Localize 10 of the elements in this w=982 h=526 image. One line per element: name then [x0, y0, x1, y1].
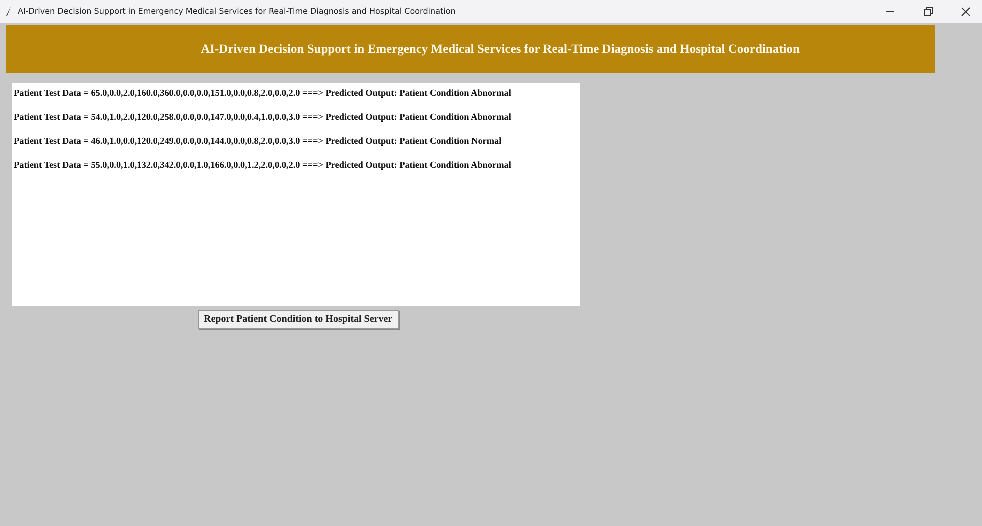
prediction-line: Patient Test Data = 54.0,1.0,2.0,120.0,258.0,0.0,0.0,147.0,0.0,0.4,1.0,0.0,3.0 ===> Predicted Output: Patient Condition Abnormal [14, 111, 512, 124]
restore-icon[interactable] [923, 6, 933, 16]
prediction-line: Patient Test Data = 65.0,0.0,2.0,160.0,360.0,0.0,0.0,151.0,0.0,0.8,2.0,0.0,2.0 ===> Predicted Output: Patient Condition Abnormal [14, 87, 512, 100]
close-icon[interactable] [961, 6, 971, 16]
feather-icon [6, 6, 12, 16]
banner-title: AI-Driven Decision Support in Emergency Medical Services for Real-Time Diagnosis and Hospital Coordination [201, 42, 800, 56]
window-title: AI-Driven Decision Support in Emergency Medical Services for Real-Time Diagnosis and Hospital Coordination [18, 7, 457, 16]
report-button[interactable]: Report Patient Condition to Hospital Server [198, 310, 399, 329]
prediction-line: Patient Test Data = 55.0,0.0,1.0,132.0,342.0,0.0,1.0,166.0,0.0,1.2,2.0,0.0,2.0 ===> Predicted Output: Patient Condition Abnormal [14, 159, 512, 172]
prediction-line: Patient Test Data = 46.0,1.0,0.0,120.0,249.0,0.0,0.0,144.0,0.0,0.8,2.0,0.0,3.0 ===> Predicted Output: Patient Condition Normal [14, 135, 503, 148]
